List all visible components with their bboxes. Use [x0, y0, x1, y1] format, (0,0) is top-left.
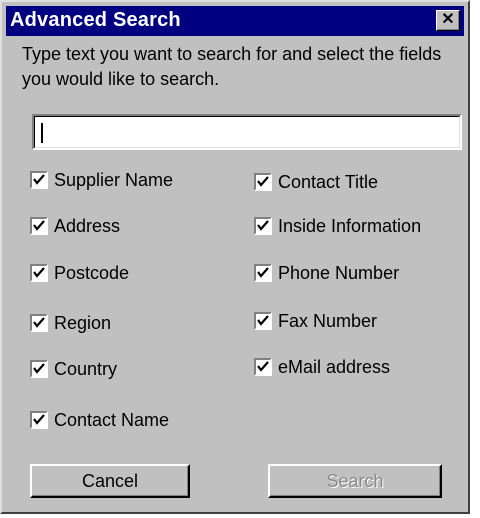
dialog-title: Advanced Search: [10, 9, 181, 31]
field-label: Inside Information: [278, 215, 422, 236]
field-label: Address: [54, 215, 121, 236]
field-label: Fax Number: [278, 310, 378, 331]
field-label: eMail address: [278, 356, 391, 377]
field-checkbox-address[interactable]: Address: [30, 214, 120, 238]
field-checkbox-email-address[interactable]: eMail address: [254, 355, 390, 379]
advanced-search-dialog: Advanced Search ✕ Type text you want to …: [0, 0, 470, 514]
field-checkbox-phone-number[interactable]: Phone Number: [254, 261, 399, 285]
title-bar[interactable]: Advanced Search ✕: [6, 6, 464, 36]
search-input[interactable]: [32, 114, 462, 150]
checkbox-box[interactable]: [30, 217, 48, 235]
close-button[interactable]: ✕: [436, 10, 460, 31]
search-button[interactable]: Search: [268, 464, 442, 498]
checkbox-box[interactable]: [30, 411, 48, 429]
instructions-text: Type text you want to search for and sel…: [22, 44, 442, 89]
field-label: Region: [54, 312, 112, 333]
field-label: Contact Name: [54, 409, 170, 430]
checkbox-box[interactable]: [30, 314, 48, 332]
field-label: Phone Number: [278, 262, 400, 283]
close-icon: ✕: [441, 11, 455, 28]
checkbox-box[interactable]: [30, 171, 48, 189]
text-caret: [41, 123, 43, 143]
field-checkbox-contact-title[interactable]: Contact Title: [254, 170, 378, 194]
checkbox-box[interactable]: [254, 264, 272, 282]
checkbox-box[interactable]: [30, 264, 48, 282]
field-checkbox-fax-number[interactable]: Fax Number: [254, 309, 377, 333]
field-label: Country: [54, 358, 118, 379]
checkbox-box[interactable]: [254, 358, 272, 376]
field-checkbox-inside-information[interactable]: Inside Information: [254, 214, 421, 238]
field-label: Supplier Name: [54, 169, 174, 190]
checkbox-box[interactable]: [254, 312, 272, 330]
cancel-button[interactable]: Cancel: [30, 464, 190, 498]
field-label: Contact Title: [278, 171, 379, 192]
field-checkbox-region[interactable]: Region: [30, 311, 111, 335]
field-checkbox-supplier-name[interactable]: Supplier Name: [30, 168, 173, 192]
checkbox-box[interactable]: [254, 173, 272, 191]
field-checkbox-contact-name[interactable]: Contact Name: [30, 408, 169, 432]
field-checkbox-country[interactable]: Country: [30, 357, 117, 381]
field-label: Postcode: [54, 262, 130, 283]
checkbox-box[interactable]: [254, 217, 272, 235]
field-checkbox-postcode[interactable]: Postcode: [30, 261, 129, 285]
checkbox-box[interactable]: [30, 360, 48, 378]
